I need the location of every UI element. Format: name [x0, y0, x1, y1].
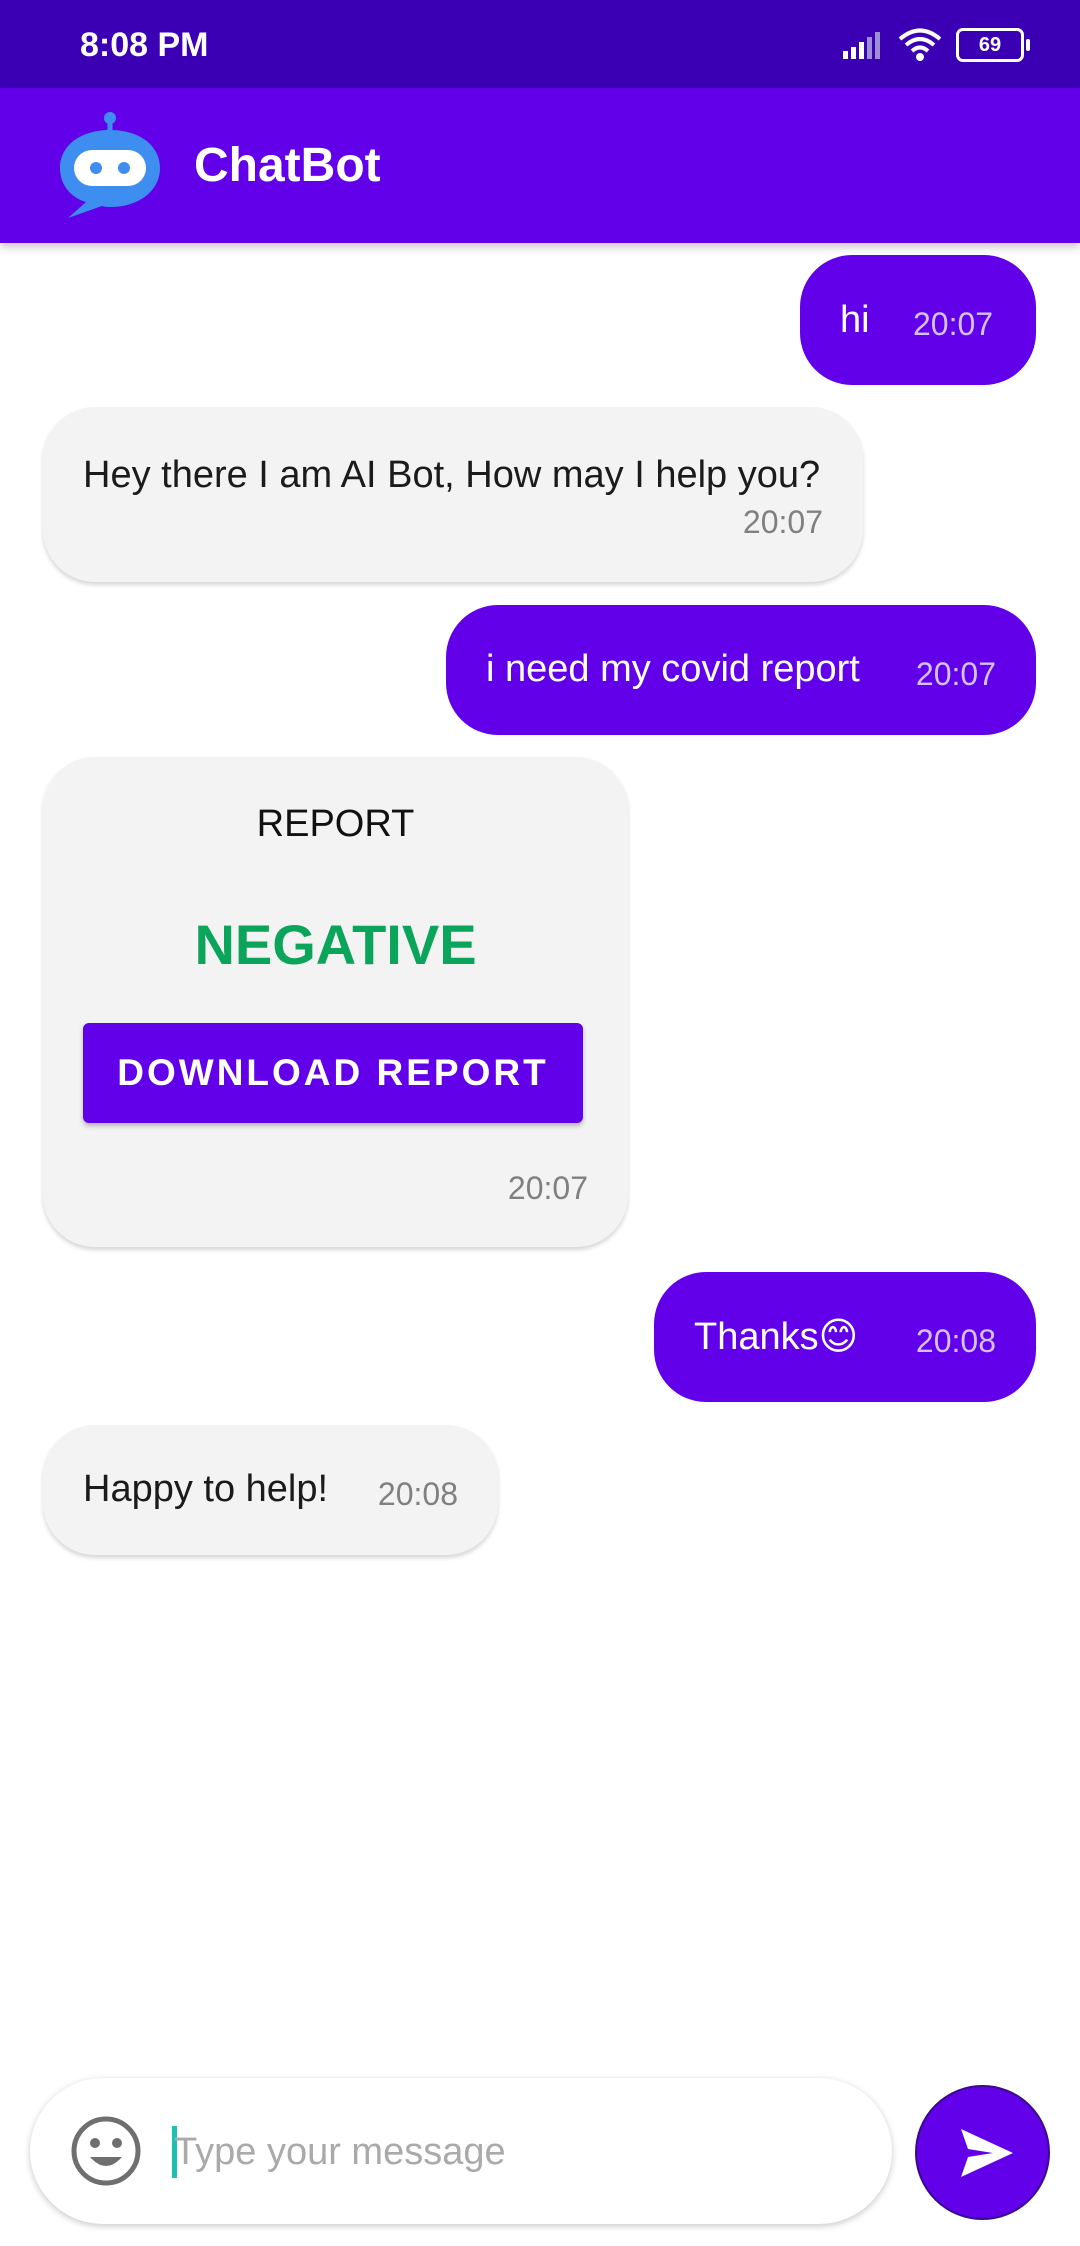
message-text: i need my covid report — [486, 648, 860, 690]
download-report-button[interactable]: DOWNLOAD REPORT — [83, 1023, 583, 1123]
message-input[interactable] — [172, 2116, 856, 2188]
message-text: Happy to help! — [83, 1468, 329, 1510]
user-message[interactable]: i need my covid report 20:07 — [446, 605, 1036, 735]
status-bar: 8:08 PM 69 — [0, 0, 1080, 88]
user-message[interactable]: hi 20:07 — [800, 255, 1036, 385]
report-result: NEGATIVE — [194, 913, 477, 976]
bot-message[interactable]: Happy to help! 20:08 — [43, 1425, 498, 1555]
app-title: ChatBot — [194, 139, 381, 192]
send-button[interactable] — [915, 2085, 1050, 2220]
wifi-icon — [898, 28, 942, 61]
battery-level: 69 — [978, 33, 1002, 56]
message-composer — [30, 2078, 892, 2224]
send-icon — [961, 2129, 1013, 2177]
message-time: 20:08 — [377, 1476, 458, 1512]
status-icons: 69 — [842, 28, 1030, 62]
message-time: 20:07 — [507, 1170, 588, 1206]
message-text: Thanks😊 — [694, 1316, 859, 1358]
bot-message[interactable]: Hey there I am AI Bot, How may I help yo… — [43, 407, 863, 582]
message-text: Hey there I am AI Bot, How may I help yo… — [83, 454, 821, 496]
report-heading: REPORT — [256, 803, 415, 845]
message-time: 20:08 — [915, 1323, 996, 1359]
message-time: 20:07 — [742, 504, 823, 540]
robot-chat-icon — [60, 112, 160, 218]
app-bar: ChatBot — [0, 88, 1080, 243]
battery-icon: 69 — [956, 28, 1030, 62]
message-text: hi — [840, 299, 870, 341]
signal-icon — [843, 32, 880, 59]
smiley-icon[interactable] — [70, 2115, 142, 2187]
report-card: REPORT NEGATIVE DOWNLOAD REPORT 20:07 — [43, 757, 628, 1247]
user-message[interactable]: Thanks😊 20:08 — [654, 1272, 1036, 1402]
message-time: 20:07 — [913, 306, 994, 342]
message-time: 20:07 — [915, 656, 996, 692]
status-time: 8:08 PM — [80, 26, 209, 64]
